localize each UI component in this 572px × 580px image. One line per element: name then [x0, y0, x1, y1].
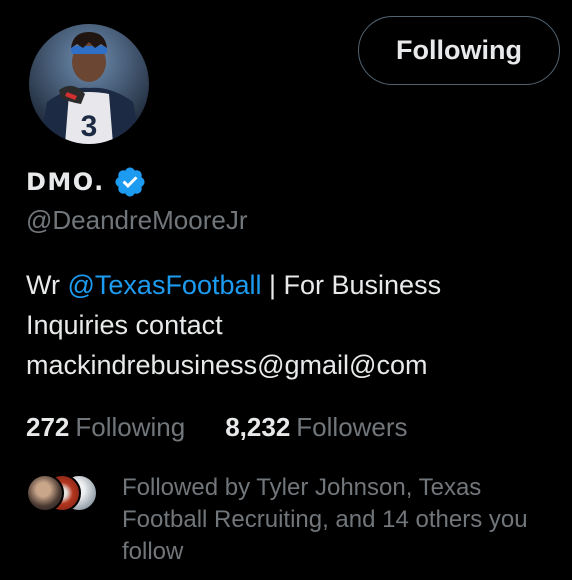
- bio-text: Wr: [26, 270, 68, 300]
- display-name: DMO.: [26, 168, 105, 196]
- following-label: Following: [75, 412, 186, 442]
- bio-mention-link[interactable]: @TexasFootball: [68, 270, 262, 300]
- profile-header: 3 Following DMO. @DeandreMooreJr Wr @Tex…: [0, 0, 572, 580]
- svg-text:3: 3: [81, 110, 98, 143]
- profile-bio: Wr @TexasFootball | For Business Inquiri…: [26, 265, 546, 385]
- followed-by-text: Followed by Tyler Johnson, Texas Footbal…: [122, 474, 528, 565]
- following-count: 272: [26, 412, 70, 442]
- name-row: DMO.: [26, 166, 147, 198]
- followers-link[interactable]: 8,232 Followers: [225, 412, 407, 443]
- mutual-avatar: [26, 474, 64, 512]
- profile-avatar[interactable]: 3: [25, 20, 153, 148]
- followed-by-row[interactable]: Followed by Tyler Johnson, Texas Footbal…: [26, 472, 572, 568]
- profile-photo-icon: 3: [29, 24, 149, 144]
- bio-text: | For Business: [261, 270, 442, 300]
- bio-email-text: mackindrebusiness@gmail@com: [26, 350, 428, 380]
- following-link[interactable]: 272 Following: [26, 412, 185, 443]
- profile-stats: 272 Following 8,232 Followers: [26, 412, 408, 443]
- following-button[interactable]: Following: [358, 16, 560, 85]
- mutual-followers-avatars: [26, 474, 98, 512]
- followers-count: 8,232: [225, 412, 291, 442]
- followers-label: Followers: [296, 412, 408, 442]
- bio-text: Inquiries contact: [26, 310, 223, 340]
- verified-badge-icon[interactable]: [113, 165, 147, 199]
- username-handle: @DeandreMooreJr: [26, 205, 248, 235]
